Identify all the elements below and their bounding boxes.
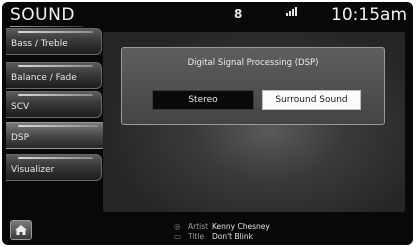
signal-icon bbox=[285, 6, 299, 20]
content-area: Digital Signal Processing (DSP) Stereo S… bbox=[103, 32, 405, 212]
sidebar-item-balance-fade[interactable]: Balance / Fade bbox=[6, 62, 102, 89]
title-value: Don't Blink bbox=[212, 232, 253, 241]
title-icon: ▭ bbox=[174, 232, 182, 241]
sidebar-item-dsp[interactable]: DSP bbox=[6, 122, 107, 149]
screen: SOUND 8 10:15am Bass / Treble Balance / … bbox=[0, 0, 416, 247]
sidebar-item-label: Balance / Fade bbox=[11, 73, 77, 83]
surround-sound-button[interactable]: Surround Sound bbox=[262, 90, 361, 110]
sidebar-item-bass-treble[interactable]: Bass / Treble bbox=[6, 28, 102, 55]
sidebar-item-label: SCV bbox=[11, 102, 30, 112]
status-indicator: 8 bbox=[234, 7, 243, 21]
title-label: Title bbox=[188, 232, 205, 241]
clock: 10:15am bbox=[331, 5, 407, 25]
page-title: SOUND bbox=[10, 5, 83, 27]
touchscreen-frame: SOUND 8 10:15am Bass / Treble Balance / … bbox=[2, 2, 413, 245]
sidebar-item-label: DSP bbox=[11, 133, 30, 143]
sidebar-item-label: Bass / Treble bbox=[11, 39, 68, 49]
sidebar-item-visualizer[interactable]: Visualizer bbox=[6, 154, 102, 181]
artist-row: ◎ Artist Kenny Chesney bbox=[174, 222, 270, 232]
sidebar-item-scv[interactable]: SCV bbox=[6, 91, 102, 118]
artist-label: Artist bbox=[188, 222, 209, 231]
artist-value: Kenny Chesney bbox=[212, 222, 270, 231]
stereo-button[interactable]: Stereo bbox=[152, 90, 254, 110]
sidebar-item-label: Visualizer bbox=[11, 165, 55, 175]
now-playing-info: ◎ Artist Kenny Chesney ▭ Title Don't Bli… bbox=[174, 222, 270, 242]
panel-title: Digital Signal Processing (DSP) bbox=[187, 58, 319, 68]
home-icon bbox=[14, 221, 28, 240]
title-row: ▭ Title Don't Blink bbox=[174, 232, 270, 242]
home-button[interactable] bbox=[10, 220, 32, 240]
artist-icon: ◎ bbox=[174, 222, 181, 231]
dsp-panel: Digital Signal Processing (DSP) Stereo S… bbox=[121, 47, 385, 125]
